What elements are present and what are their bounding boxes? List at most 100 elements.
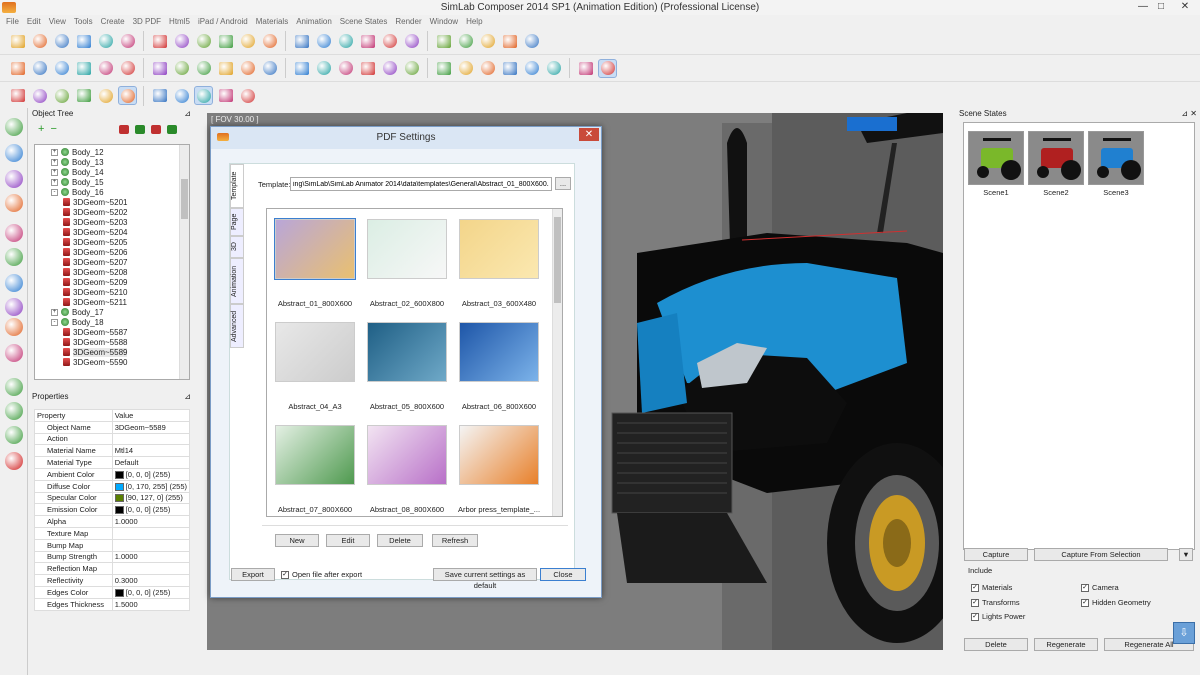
light-icon[interactable] (96, 86, 115, 105)
tree-node[interactable]: + Body_17 (51, 307, 104, 317)
tab-page[interactable]: Page (230, 208, 244, 236)
delete-icon[interactable] (336, 32, 355, 51)
open-after-export-checkbox[interactable]: ✓ Open file after export (281, 570, 362, 579)
zoom-icon[interactable] (216, 86, 235, 105)
color-swatch[interactable] (114, 588, 124, 597)
tab-3d[interactable]: 3D (230, 236, 244, 258)
export-icon[interactable] (456, 32, 475, 51)
print-icon[interactable] (216, 59, 235, 78)
tree-node[interactable]: 3DGeom~5204 (63, 227, 127, 237)
object-icon[interactable] (30, 59, 49, 78)
property-row[interactable]: Texture Map (34, 526, 191, 540)
edit-template-button[interactable]: Edit (326, 534, 370, 547)
template-thumbnail[interactable] (459, 219, 539, 279)
menu-window[interactable]: Window (430, 15, 458, 28)
tree-node[interactable]: 3DGeom~5202 (63, 207, 127, 217)
home-icon[interactable] (5, 224, 23, 242)
property-value[interactable]: [0, 0, 0] (255) (111, 585, 191, 599)
clock-icon[interactable] (5, 118, 23, 136)
tree-node[interactable]: 3DGeom~5201 (63, 197, 127, 207)
close-button[interactable]: Close (540, 568, 586, 581)
tree-node[interactable]: 3DGeom~5205 (63, 237, 127, 247)
explode-icon[interactable] (314, 32, 333, 51)
collapse-icon[interactable]: - (51, 318, 58, 326)
tree-node[interactable]: 3DGeom~5588 (63, 337, 127, 347)
menu-3d-pdf[interactable]: 3D PDF (133, 15, 161, 28)
property-row[interactable]: Bump Strength 1.0000 (34, 550, 191, 564)
property-value[interactable]: Mtl14 (111, 444, 191, 458)
screenshot-icon[interactable] (380, 59, 399, 78)
property-value[interactable]: 3DGeom~5589 (111, 420, 191, 434)
pan-icon[interactable] (238, 86, 257, 105)
open-icon[interactable] (8, 32, 27, 51)
save-default-button[interactable]: Save current settings as default (433, 568, 537, 590)
property-value[interactable]: Default (111, 456, 191, 469)
stripes-icon[interactable] (74, 86, 93, 105)
motion-icon[interactable] (5, 248, 23, 266)
tree-node[interactable]: 3DGeom~5208 (63, 267, 127, 277)
property-value[interactable]: [0, 0, 0] (255) (111, 467, 191, 481)
texture-icon[interactable] (544, 59, 563, 78)
collapse-arrow-icon[interactable]: ⇩ (1173, 622, 1195, 644)
texture-icon[interactable] (118, 86, 137, 105)
refresh-button[interactable]: Refresh (432, 534, 478, 547)
include-option-checkbox[interactable]: ✓ Camera (1081, 583, 1119, 592)
material-icon[interactable] (52, 59, 71, 78)
include-option-checkbox[interactable]: ✓ Hidden Geometry (1081, 598, 1151, 607)
filter-icon[interactable] (150, 124, 161, 134)
share-icon[interactable] (74, 32, 93, 51)
menu-ipad-android[interactable]: iPad / Android (198, 15, 248, 28)
template-thumbnail[interactable] (459, 425, 539, 485)
tree-node[interactable]: 3DGeom~5211 (63, 297, 127, 307)
orbit-icon[interactable] (172, 86, 191, 105)
menu-scene-states[interactable]: Scene States (340, 15, 388, 28)
transform-icon[interactable] (500, 32, 519, 51)
remove-icon[interactable]: − (50, 123, 56, 135)
template-thumbnail[interactable] (459, 322, 539, 382)
photo-icon[interactable] (194, 59, 213, 78)
template-thumbnail[interactable] (275, 425, 355, 485)
image-icon[interactable] (172, 59, 191, 78)
tree-node[interactable]: + Body_15 (51, 177, 104, 187)
undo-icon[interactable] (358, 32, 377, 51)
template-thumbnail[interactable] (275, 322, 355, 382)
template-thumbnail[interactable] (367, 425, 447, 485)
property-value[interactable]: [90, 127, 0] (255) (111, 491, 191, 505)
forward-icon[interactable] (5, 426, 23, 444)
transform-icon[interactable] (96, 32, 115, 51)
capture-from-selection-button[interactable]: Capture From Selection (1034, 548, 1168, 561)
new-template-button[interactable]: New (275, 534, 319, 547)
property-row[interactable]: Reflectivity 0.3000 (34, 574, 191, 587)
tree-node[interactable]: + Body_12 (51, 147, 104, 157)
pin-icon[interactable]: ⊿ ✕ (1181, 108, 1197, 119)
tab-advanced[interactable]: Advanced (230, 304, 244, 348)
property-row[interactable]: Specular Color [90, 127, 0] (255) (34, 491, 191, 505)
rewind-icon[interactable] (5, 378, 23, 396)
hide-icon[interactable] (5, 170, 23, 188)
property-value[interactable]: 0.3000 (111, 574, 191, 587)
view-icon[interactable] (500, 59, 519, 78)
tree-node[interactable]: 3DGeom~5209 (63, 277, 127, 287)
property-value[interactable]: 1.5000 (111, 597, 191, 611)
light-icon[interactable] (96, 59, 115, 78)
dialog-close-icon[interactable]: ✕ (579, 128, 599, 141)
pick-icon[interactable] (292, 32, 311, 51)
tree-scrollbar[interactable] (179, 145, 189, 379)
group-icon[interactable] (118, 124, 129, 134)
box-icon[interactable] (238, 59, 257, 78)
property-row[interactable]: Ambient Color [0, 0, 0] (255) (34, 467, 191, 481)
cylinder-icon[interactable] (260, 59, 279, 78)
property-row[interactable]: Material Type Default (34, 456, 191, 469)
app-icon[interactable] (2, 2, 16, 13)
menu-file[interactable]: File (6, 15, 19, 28)
light-icon[interactable] (522, 59, 541, 78)
scene-thumbnail[interactable]: Scene1 (968, 131, 1024, 197)
property-row[interactable]: Material Name Mtl14 (34, 444, 191, 458)
render-icon[interactable] (150, 59, 169, 78)
minimize-icon[interactable]: — (1134, 0, 1152, 14)
rotate-icon[interactable] (150, 32, 169, 51)
dropdown-icon[interactable]: ▼ (1179, 548, 1193, 561)
isolate-icon[interactable] (260, 32, 279, 51)
menu-render[interactable]: Render (395, 15, 421, 28)
tree-node[interactable]: 3DGeom~5587 (63, 327, 127, 337)
